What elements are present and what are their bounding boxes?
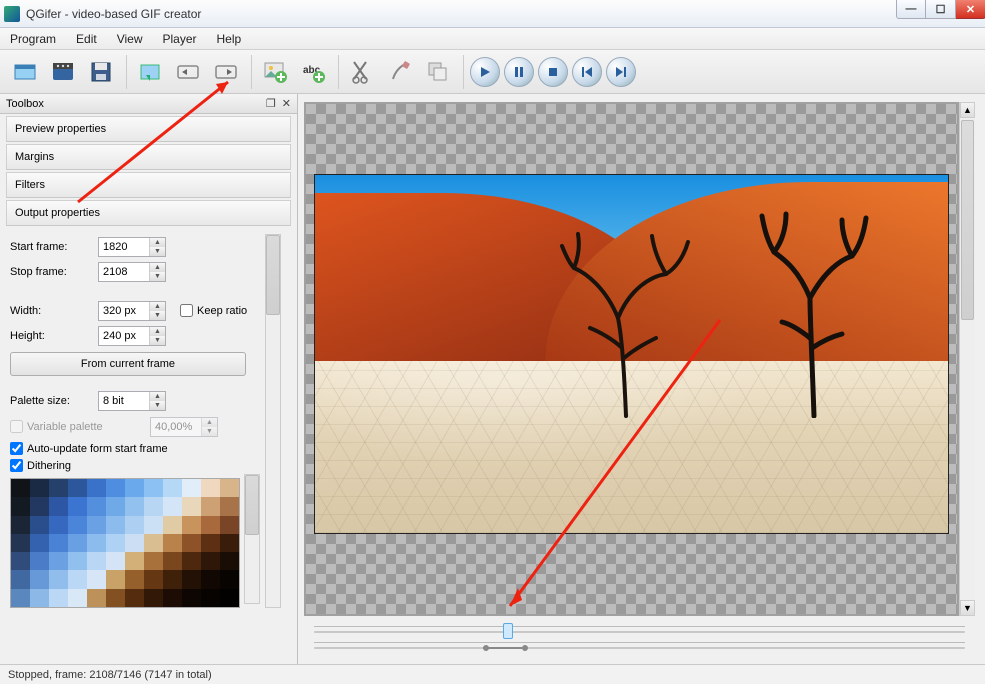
height-label: Height: xyxy=(10,330,98,342)
menu-player[interactable]: Player xyxy=(159,30,201,48)
maximize-button[interactable]: ☐ xyxy=(926,0,956,19)
stop-button[interactable] xyxy=(538,57,568,87)
timeline-sliders xyxy=(304,616,975,664)
toolbox-scrollbar[interactable] xyxy=(265,234,281,608)
variable-palette-checkbox xyxy=(10,420,23,433)
extract-gif-button[interactable] xyxy=(8,55,42,89)
toolbox-close-icon[interactable]: ✕ xyxy=(282,97,291,110)
statusbar: Stopped, frame: 2108/7146 (7147 in total… xyxy=(0,664,985,684)
save-button[interactable] xyxy=(84,55,118,89)
toolbox-title: Toolbox xyxy=(6,98,44,110)
palette-scrollbar[interactable] xyxy=(244,474,260,604)
auto-update-checkbox[interactable] xyxy=(10,442,23,455)
toolbox-panel: Toolbox ❐ ✕ Preview properties Margins F… xyxy=(0,94,298,664)
brush-button[interactable] xyxy=(383,55,417,89)
preview-vertical-scrollbar[interactable]: ▲ ▼ xyxy=(959,102,975,616)
main-area: Toolbox ❐ ✕ Preview properties Margins F… xyxy=(0,94,985,664)
window-controls: — ☐ ✕ xyxy=(896,0,985,19)
section-filters[interactable]: Filters xyxy=(6,172,291,198)
minimize-button[interactable]: — xyxy=(896,0,926,19)
prev-frame-button[interactable] xyxy=(572,57,602,87)
variable-palette-label: Variable palette xyxy=(27,421,103,433)
width-label: Width: xyxy=(10,305,98,317)
menubar: Program Edit View Player Help xyxy=(0,28,985,50)
section-output-properties[interactable]: Output properties xyxy=(6,200,291,226)
width-input[interactable]: ▲▼ xyxy=(98,301,166,321)
stop-frame-label: Stop frame: xyxy=(10,266,98,278)
dithering-checkbox[interactable] xyxy=(10,459,23,472)
stop-frame-input[interactable]: ▲▼ xyxy=(98,262,166,282)
set-range-start-button[interactable] xyxy=(171,55,205,89)
duplicate-button[interactable] xyxy=(421,55,455,89)
status-text: Stopped, frame: 2108/7146 (7147 in total… xyxy=(8,669,212,681)
add-text-button[interactable]: abc xyxy=(296,55,330,89)
preview-canvas[interactable] xyxy=(304,102,959,616)
play-button[interactable] xyxy=(470,57,500,87)
frame-slider-handle[interactable] xyxy=(503,623,513,639)
set-start-frame-button[interactable] xyxy=(133,55,167,89)
video-frame xyxy=(314,174,949,534)
open-video-button[interactable] xyxy=(46,55,80,89)
variable-percent-input: ▲▼ xyxy=(150,417,218,437)
palette-grid xyxy=(10,478,240,608)
menu-edit[interactable]: Edit xyxy=(72,30,101,48)
menu-view[interactable]: View xyxy=(113,30,147,48)
close-button[interactable]: ✕ xyxy=(956,0,985,19)
add-image-button[interactable] xyxy=(258,55,292,89)
next-frame-button[interactable] xyxy=(606,57,636,87)
start-frame-label: Start frame: xyxy=(10,241,98,253)
keep-ratio-checkbox[interactable] xyxy=(180,304,193,317)
pause-button[interactable] xyxy=(504,57,534,87)
titlebar: QGifer - video-based GIF creator — ☐ ✕ xyxy=(0,0,985,28)
section-margins[interactable]: Margins xyxy=(6,144,291,170)
auto-update-label: Auto-update form start frame xyxy=(27,443,168,455)
window-title: QGifer - video-based GIF creator xyxy=(26,7,201,21)
menu-program[interactable]: Program xyxy=(6,30,60,48)
keep-ratio-label: Keep ratio xyxy=(197,305,247,317)
app-icon xyxy=(4,6,20,22)
toolbox-float-icon[interactable]: ❐ xyxy=(266,97,276,110)
toolbox-titlebar: Toolbox ❐ ✕ xyxy=(0,94,297,114)
height-input[interactable]: ▲▼ xyxy=(98,326,166,346)
crop-button[interactable] xyxy=(345,55,379,89)
section-preview-properties[interactable]: Preview properties xyxy=(6,116,291,142)
set-range-end-button[interactable] xyxy=(209,55,243,89)
range-start-handle[interactable] xyxy=(483,645,489,651)
preview-panel: ▲ ▼ xyxy=(298,94,985,664)
menu-help[interactable]: Help xyxy=(213,30,246,48)
palette-size-input[interactable]: ▲▼ xyxy=(98,391,166,411)
output-properties-body: Start frame: ▲▼ Stop frame: ▲▼ Width: ▲▼… xyxy=(0,226,297,616)
toolbar: abc xyxy=(0,50,985,94)
start-frame-input[interactable]: ▲▼ xyxy=(98,237,166,257)
palette-size-label: Palette size: xyxy=(10,395,98,407)
range-end-handle[interactable] xyxy=(522,645,528,651)
dithering-label: Dithering xyxy=(27,460,71,472)
from-current-frame-button[interactable]: From current frame xyxy=(10,352,246,376)
range-slider[interactable] xyxy=(314,642,965,652)
frame-slider[interactable] xyxy=(314,626,965,636)
